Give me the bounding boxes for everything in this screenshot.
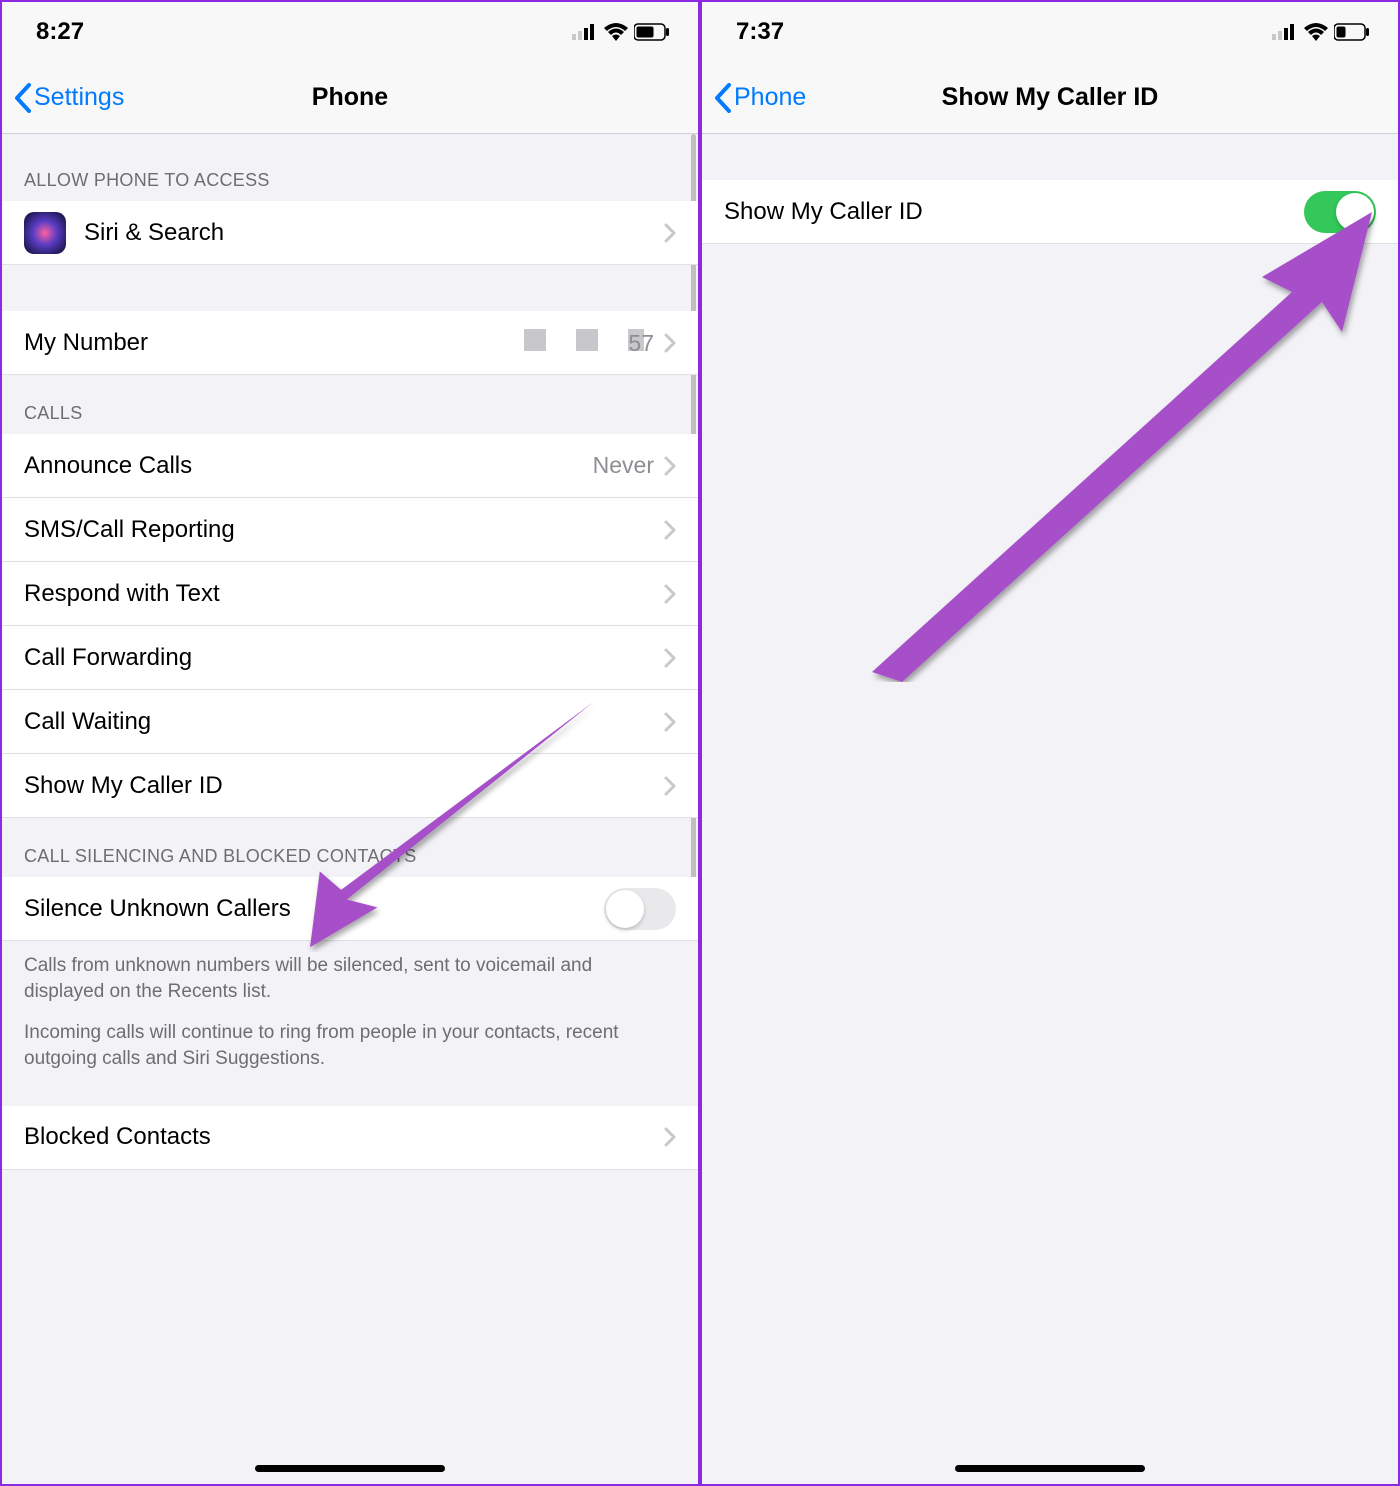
phone-screenshot-left: 8:27 Settings Phone ALLOW PHONE TO ACCES… [0,0,700,1486]
chevron-right-icon [664,520,676,540]
row-blocked-contacts[interactable]: Blocked Contacts [2,1106,698,1170]
row-label: SMS/Call Reporting [24,516,664,544]
nav-title: Show My Caller ID [702,83,1398,112]
cellular-icon [1272,24,1298,40]
row-label: Siri & Search [84,219,664,247]
chevron-left-icon [714,83,732,113]
chevron-right-icon [664,223,676,243]
annotation-arrow [832,202,1392,682]
status-time: 8:27 [36,18,84,46]
row-label: Call Forwarding [24,644,664,672]
section-header-access: ALLOW PHONE TO ACCESS [2,134,698,201]
nav-bar: Settings Phone [2,62,698,134]
chevron-right-icon [664,776,676,796]
row-label: Call Waiting [24,708,664,736]
chevron-right-icon [664,333,676,353]
row-value: 57 [524,329,654,357]
row-call-waiting[interactable]: Call Waiting [2,690,698,754]
status-bar: 8:27 [2,2,698,62]
row-my-number[interactable]: My Number 57 [2,311,698,375]
battery-icon [634,23,670,41]
cellular-icon [572,24,598,40]
row-label: My Number [24,329,524,357]
row-siri-search[interactable]: Siri & Search [2,201,698,265]
row-announce-calls[interactable]: Announce Calls Never [2,434,698,498]
section-header-silencing: CALL SILENCING AND BLOCKED CONTACTS [2,818,698,877]
status-bar: 7:37 [702,2,1398,62]
footer-note-1: Calls from unknown numbers will be silen… [2,941,698,1016]
footer-note-2: Incoming calls will continue to ring fro… [2,1016,698,1083]
row-call-forwarding[interactable]: Call Forwarding [2,626,698,690]
back-button[interactable]: Phone [714,83,806,113]
row-show-my-caller-id[interactable]: Show My Caller ID [702,180,1398,244]
section-header-calls: CALLS [2,375,698,434]
wifi-icon [1304,23,1328,41]
chevron-left-icon [14,83,32,113]
row-label: Show My Caller ID [24,772,664,800]
phone-screenshot-right: 7:37 Phone Show My Caller ID Show My Cal… [700,0,1400,1486]
row-label: Blocked Contacts [24,1123,664,1151]
row-label: Show My Caller ID [724,198,1304,226]
redacted-number [524,329,618,351]
row-label: Announce Calls [24,452,593,480]
home-indicator [255,1465,445,1472]
toggle-show-caller-id[interactable] [1304,191,1376,233]
battery-icon [1334,23,1370,41]
nav-bar: Phone Show My Caller ID [702,62,1398,134]
siri-icon [24,212,66,254]
row-sms-call-reporting[interactable]: SMS/Call Reporting [2,498,698,562]
status-time: 7:37 [736,18,784,46]
row-silence-unknown-callers[interactable]: Silence Unknown Callers [2,877,698,941]
row-respond-with-text[interactable]: Respond with Text [2,562,698,626]
row-label: Silence Unknown Callers [24,895,604,923]
toggle-silence-unknown[interactable] [604,888,676,930]
row-label: Respond with Text [24,580,664,608]
home-indicator [955,1465,1145,1472]
row-show-my-caller-id[interactable]: Show My Caller ID [2,754,698,818]
chevron-right-icon [664,712,676,732]
chevron-right-icon [664,456,676,476]
chevron-right-icon [664,1127,676,1147]
chevron-right-icon [664,584,676,604]
back-label: Settings [34,83,124,112]
chevron-right-icon [664,648,676,668]
back-label: Phone [734,83,806,112]
row-value: Never [593,452,654,479]
wifi-icon [604,23,628,41]
back-button[interactable]: Settings [14,83,124,113]
